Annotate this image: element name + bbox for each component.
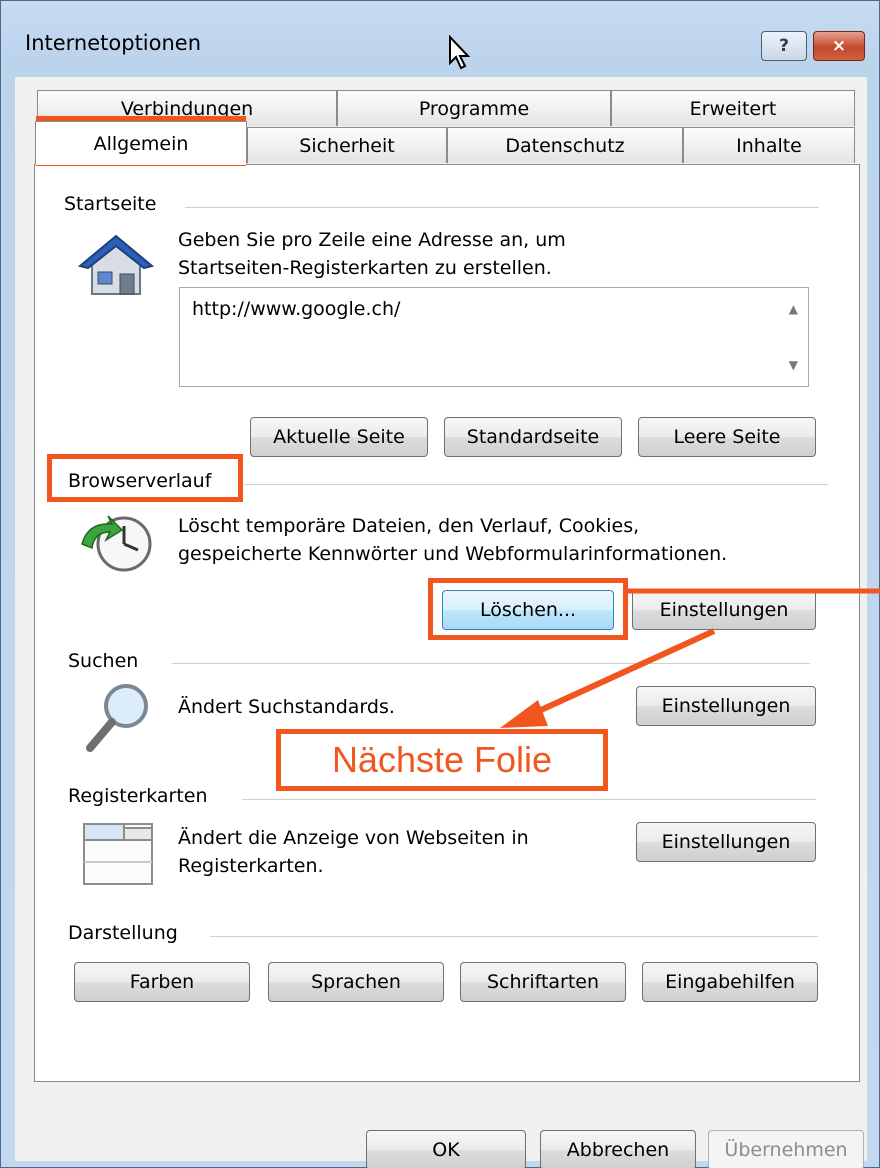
cancel-button[interactable]: Abbrechen (540, 1130, 696, 1168)
colors-button[interactable]: Farben (74, 962, 250, 1002)
tabs-settings-button[interactable]: Einstellungen (636, 822, 816, 862)
tab-allgemein[interactable]: Allgemein (35, 121, 247, 165)
tabs-window-icon (83, 823, 153, 885)
apply-button[interactable]: Übernehmen (708, 1130, 864, 1168)
registerkarten-divider (242, 799, 816, 800)
languages-button[interactable]: Sprachen (268, 962, 444, 1002)
registerkarten-desc-2: Registerkarten. (178, 855, 324, 877)
darstellung-divider (210, 936, 818, 937)
ok-button[interactable]: OK (366, 1130, 526, 1168)
fonts-button[interactable]: Schriftarten (460, 962, 626, 1002)
annotation-next-slide: Nächste Folie (276, 729, 608, 791)
registerkarten-desc-1: Ändert die Anzeige von Webseiten in (178, 827, 529, 849)
darstellung-label: Darstellung (68, 922, 186, 944)
registerkarten-label: Registerkarten (68, 785, 216, 807)
accessibility-button[interactable]: Eingabehilfen (642, 962, 818, 1002)
